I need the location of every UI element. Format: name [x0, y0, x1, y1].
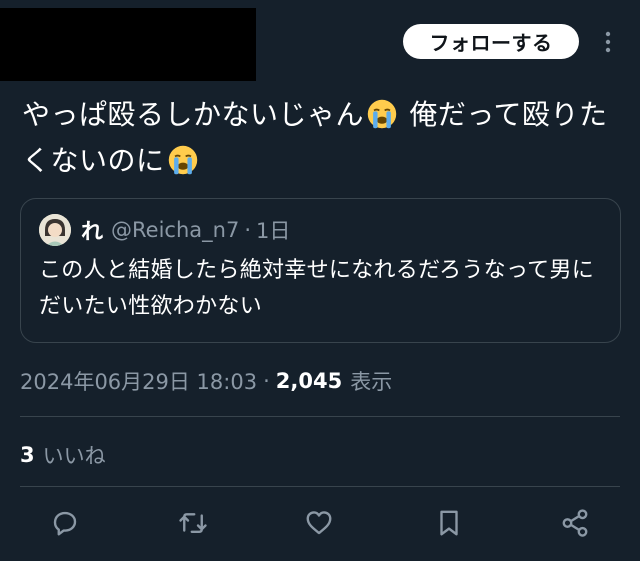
divider — [20, 486, 620, 487]
quoted-user-handle[interactable]: @Reicha_n7 — [111, 218, 239, 242]
reply-button[interactable] — [48, 506, 82, 540]
separator-dot: · — [263, 369, 270, 393]
reply-icon — [53, 511, 77, 536]
likes-row[interactable]: 3 いいね — [20, 440, 106, 470]
retweet-button[interactable] — [176, 506, 210, 540]
share-button[interactable] — [558, 506, 592, 540]
quoted-tweet-text: この人と結婚したら絶対幸せになれるだろうなって男にだいたい性欲わかない — [39, 258, 595, 319]
quoted-tweet-time[interactable]: 1日 — [256, 215, 290, 245]
share-icon — [562, 509, 588, 537]
tweet-text-part1: やっぱ殴るしかないじゃん — [22, 98, 365, 131]
more-vertical-icon[interactable] — [600, 30, 616, 54]
quoted-tweet-header: れ @Reicha_n7 · 1日 — [39, 213, 290, 247]
like-button[interactable] — [302, 506, 336, 540]
quoted-user-name[interactable]: れ — [81, 214, 103, 246]
crying-face-emoji-icon — [367, 99, 397, 129]
tweet-text: やっぱ殴るしかないじゃん 俺だって殴りたくないのに — [22, 92, 618, 184]
tweet-meta: 2024年06月29日 18:03 · 2,045 表示 — [20, 366, 392, 396]
quoted-tweet[interactable]: れ @Reicha_n7 · 1日 この人と結婚したら絶対幸せになれるだろうなっ… — [20, 198, 621, 343]
heart-icon — [306, 511, 332, 535]
avatar[interactable] — [39, 214, 71, 246]
separator-dot: · — [244, 218, 251, 242]
divider — [20, 416, 620, 417]
bookmark-button[interactable] — [432, 506, 466, 540]
tweet-timestamp[interactable]: 2024年06月29日 18:03 — [20, 366, 257, 396]
retweet-icon — [179, 513, 207, 533]
follow-button[interactable]: フォローする — [403, 24, 579, 59]
view-label: 表示 — [350, 370, 393, 394]
like-label: いいね — [42, 444, 106, 468]
view-count: 2,045 — [275, 369, 343, 393]
like-count: 3 — [20, 443, 35, 467]
redacted-user-info — [0, 8, 256, 81]
crying-face-emoji-icon — [168, 145, 197, 175]
bookmark-icon — [440, 510, 458, 536]
